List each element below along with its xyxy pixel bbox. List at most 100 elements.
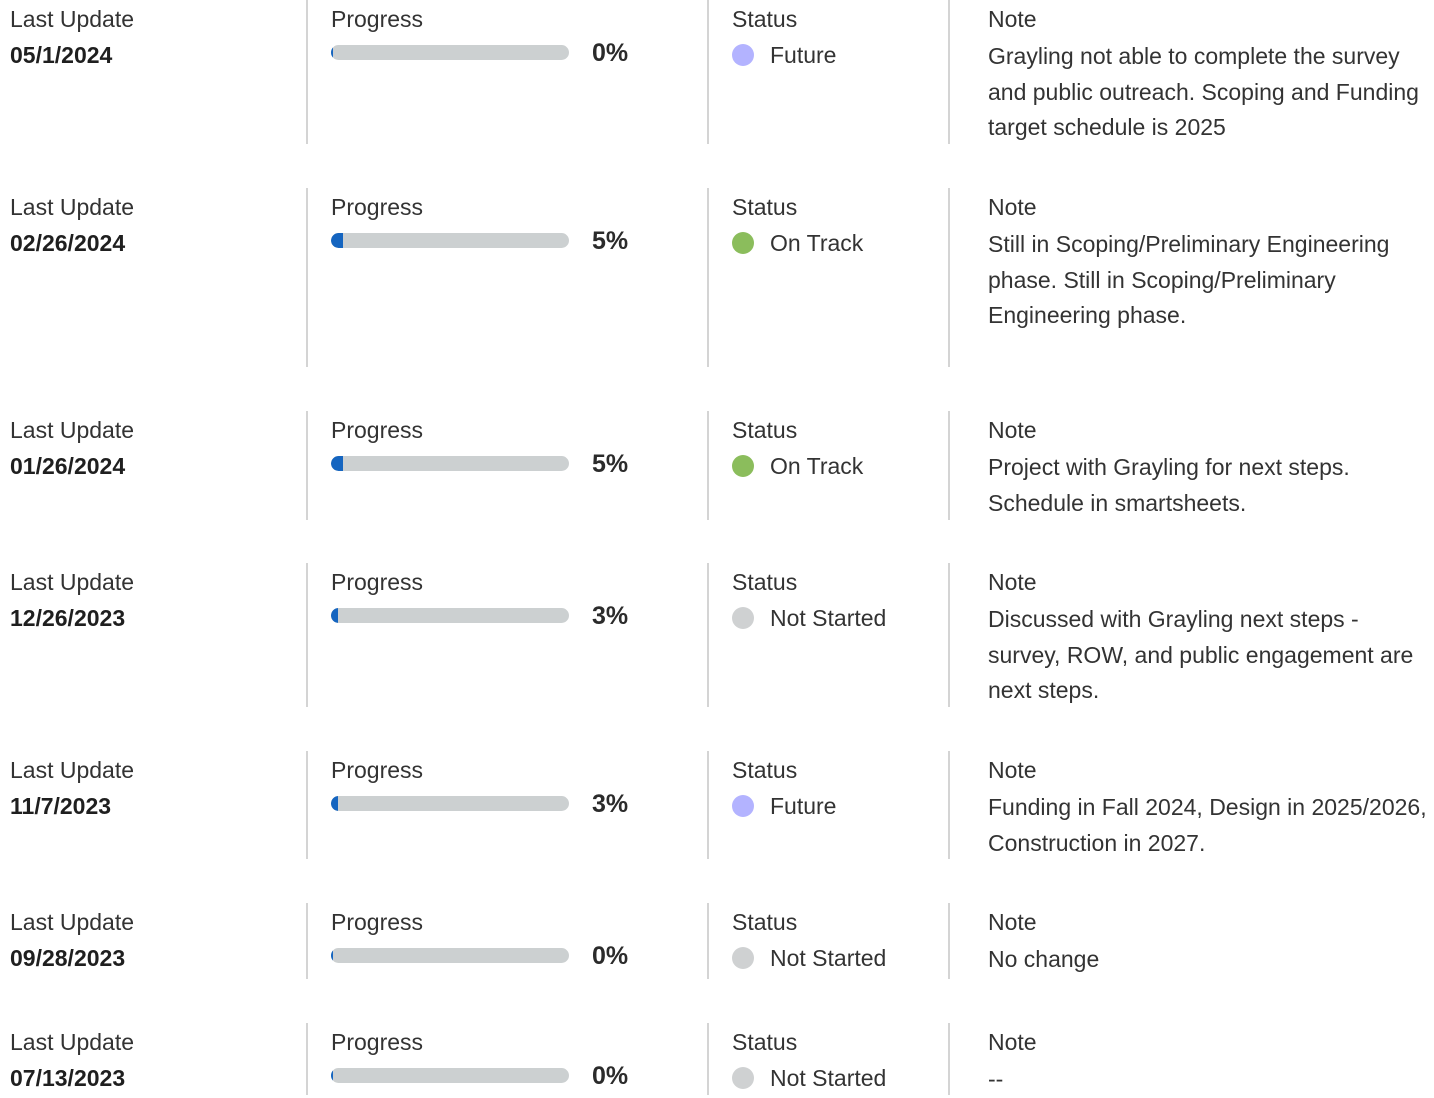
progress-bar-track [331,1068,569,1083]
status-label: Status [732,909,798,935]
last-update-date: 11/7/2023 [10,793,112,819]
status-column: Status Future [707,751,929,859]
status-dot-icon [732,455,754,477]
progress-percent: 5% [592,227,629,255]
progress-percent: 0% [592,1062,629,1090]
note-column: Note Still in Scoping/Preliminary Engine… [948,188,1430,367]
status-text: On Track [770,230,864,256]
note-text: Discussed with Grayling next steps - sur… [988,606,1414,704]
progress-label: Progress [331,569,424,595]
status-column: Status Future [707,0,929,144]
note-text: No change [988,946,1100,972]
status-label: Status [732,757,798,783]
update-row: Last Update 07/13/2023 Progress 0% Statu… [0,1023,1434,1095]
progress-label: Progress [331,757,424,783]
status-column: Status Not Started [707,903,929,979]
progress-bar-fill [331,1068,333,1083]
note-text: Grayling not able to complete the survey… [988,43,1419,141]
note-label: Note [988,1029,1037,1055]
last-update-date: 02/26/2024 [10,230,126,256]
status-column: Status On Track [707,188,929,367]
update-row: Last Update 11/7/2023 Progress 3% Status… [0,751,1434,859]
last-update-label: Last Update [10,909,135,935]
status-column: Status Not Started [707,1023,929,1095]
progress-bar-track [331,796,569,811]
progress-label: Progress [331,1029,424,1055]
progress-bar-fill [331,45,333,60]
progress-indicator: 0% [331,1062,671,1090]
progress-column: Progress 0% [306,1023,688,1095]
update-row: Last Update 09/28/2023 Progress 0% Statu… [0,903,1434,979]
progress-bar-track [331,456,569,471]
progress-bar-fill [331,948,333,963]
last-update-label: Last Update [10,1029,135,1055]
progress-column: Progress 0% [306,903,688,979]
progress-bar-track [331,608,569,623]
progress-label: Progress [331,417,424,443]
note-column: Note Project with Grayling for next step… [948,411,1430,520]
last-update-label: Last Update [10,6,135,32]
date-column: Last Update 09/28/2023 [10,903,300,979]
note-text: Still in Scoping/Preliminary Engineering… [988,231,1390,329]
note-label: Note [988,194,1037,220]
progress-label: Progress [331,6,424,32]
progress-column: Progress 3% [306,563,688,707]
progress-bar-fill [331,456,343,471]
progress-label: Progress [331,909,424,935]
progress-percent: 3% [592,790,629,818]
note-column: Note Discussed with Grayling next steps … [948,563,1430,707]
progress-indicator: 5% [331,450,671,478]
progress-indicator: 5% [331,227,671,255]
last-update-label: Last Update [10,569,135,595]
status-label: Status [732,6,798,32]
update-row: Last Update 02/26/2024 Progress 5% Statu… [0,188,1434,367]
progress-column: Progress 5% [306,188,688,367]
note-column: Note No change [948,903,1430,979]
progress-indicator: 0% [331,39,671,67]
note-text: -- [988,1066,1004,1092]
progress-indicator: 3% [331,790,671,818]
last-update-date: 05/1/2024 [10,42,113,68]
status-label: Status [732,1029,798,1055]
note-label: Note [988,417,1037,443]
update-row: Last Update 05/1/2024 Progress 0% Status… [0,0,1434,144]
last-update-label: Last Update [10,417,135,443]
progress-column: Progress 0% [306,0,688,144]
progress-bar-fill [331,796,339,811]
progress-indicator: 3% [331,602,671,630]
status-dot-icon [732,947,754,969]
status-column: Status On Track [707,411,929,520]
date-column: Last Update 11/7/2023 [10,751,300,859]
progress-percent: 5% [592,450,629,478]
progress-bar-track [331,948,569,963]
status-label: Status [732,194,798,220]
status-dot-icon [732,607,754,629]
last-update-date: 12/26/2023 [10,605,126,631]
note-text: Project with Grayling for next steps. Sc… [988,454,1350,516]
date-column: Last Update 01/26/2024 [10,411,300,520]
note-label: Note [988,569,1037,595]
progress-column: Progress 3% [306,751,688,859]
status-dot-icon [732,1067,754,1089]
status-column: Status Not Started [707,563,929,707]
progress-percent: 0% [592,942,629,970]
note-label: Note [988,909,1037,935]
note-label: Note [988,757,1037,783]
note-column: Note Funding in Fall 2024, Design in 202… [948,751,1430,859]
note-label: Note [988,6,1037,32]
date-column: Last Update 07/13/2023 [10,1023,300,1095]
note-text: Funding in Fall 2024, Design in 2025/202… [988,794,1427,856]
update-row: Last Update 01/26/2024 Progress 5% Statu… [0,411,1434,520]
status-text: Future [770,793,837,819]
progress-percent: 0% [592,39,629,67]
last-update-date: 01/26/2024 [10,453,126,479]
progress-bar-fill [331,608,339,623]
status-label: Status [732,417,798,443]
progress-percent: 3% [592,602,629,630]
note-column: Note -- [948,1023,1430,1095]
progress-bar-track [331,233,569,248]
status-label: Status [732,569,798,595]
status-dot-icon [732,795,754,817]
progress-indicator: 0% [331,942,671,970]
date-column: Last Update 05/1/2024 [10,0,300,144]
